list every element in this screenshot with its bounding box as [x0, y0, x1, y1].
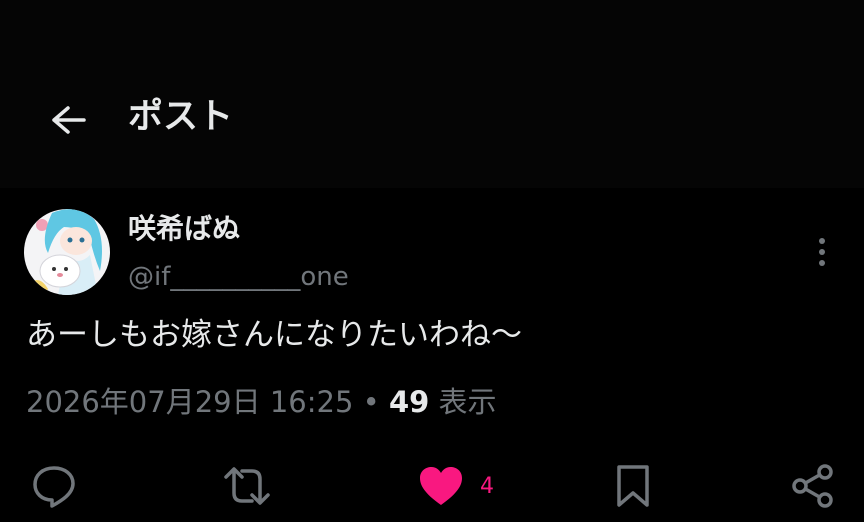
views-label: 表示: [438, 385, 497, 419]
action-bar: 4: [0, 458, 864, 514]
heart-filled-icon: [420, 467, 462, 505]
top-header: ポスト: [0, 0, 864, 188]
repost-icon: [224, 467, 270, 505]
avatar[interactable]: [24, 209, 110, 295]
more-vertical-icon: [819, 238, 825, 266]
reply-button[interactable]: [30, 458, 78, 514]
avatar-image: [24, 209, 110, 295]
back-button[interactable]: [44, 98, 92, 142]
share-button[interactable]: [790, 458, 836, 514]
more-options-button[interactable]: [806, 234, 838, 270]
like-count: 4: [480, 473, 494, 499]
author-handle: @if__________one: [128, 262, 349, 292]
repost-button[interactable]: [220, 458, 274, 514]
chat-bubble-icon: [33, 466, 75, 508]
page-title: ポスト: [128, 97, 234, 137]
post-time: 16:25: [269, 385, 354, 419]
post-date: 2026年07月29日: [26, 385, 261, 419]
author-display-name[interactable]: 咲希ばぬ: [128, 209, 240, 249]
meta-separator: •: [362, 385, 380, 419]
post-meta: 2026年07月29日 16:25 • 49 表示: [26, 380, 497, 424]
bookmark-icon: [617, 465, 649, 507]
share-icon: [792, 464, 833, 508]
arrow-left-icon: [52, 106, 86, 134]
bookmark-button[interactable]: [614, 458, 652, 514]
post-text: あーしもお嫁さんになりたいわね〜: [26, 317, 522, 353]
like-button[interactable]: 4: [418, 458, 494, 514]
views-count: 49: [388, 385, 430, 419]
